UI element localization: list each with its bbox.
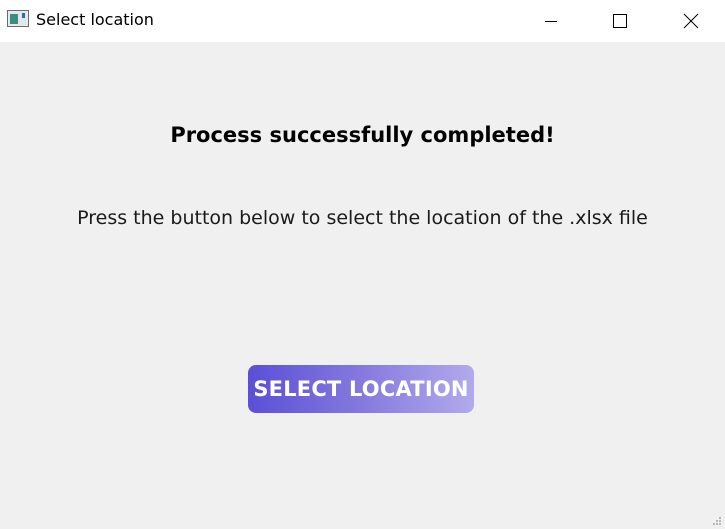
- instruction-text: Press the button below to select the loc…: [77, 207, 648, 229]
- app-window-icon: [7, 10, 29, 27]
- minimize-button[interactable]: [528, 0, 574, 42]
- select-location-button[interactable]: SELECT LOCATION: [248, 365, 474, 413]
- app-window: Select location Process successfully com…: [0, 0, 725, 529]
- close-button[interactable]: [668, 0, 714, 42]
- maximize-button[interactable]: [597, 0, 643, 42]
- minimize-icon: [545, 21, 557, 22]
- title-bar[interactable]: Select location: [0, 0, 725, 42]
- maximize-icon: [613, 14, 627, 28]
- resize-grip-icon[interactable]: [712, 516, 722, 526]
- close-icon: [683, 13, 699, 29]
- window-title: Select location: [36, 10, 154, 29]
- success-heading: Process successfully completed!: [170, 123, 555, 147]
